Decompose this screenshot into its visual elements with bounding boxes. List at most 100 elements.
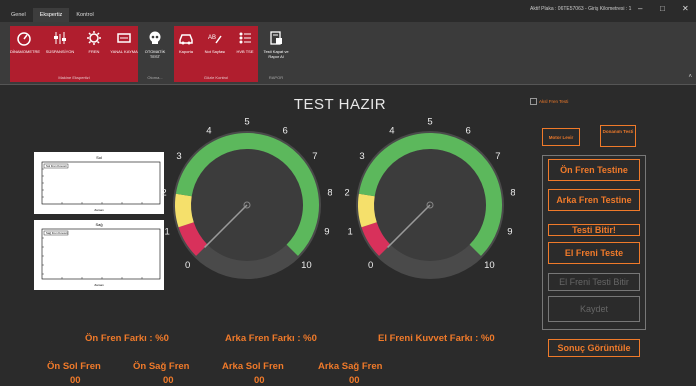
plot-legend: Sağ Fren Kuvveti (46, 231, 68, 235)
gauge-tick-label: 5 (427, 117, 432, 128)
not-sayfasi-label: Not Sayfası (204, 49, 226, 54)
checklist-icon (239, 32, 251, 44)
group-otomatik: OTOMATİK TEST Otoma... (140, 26, 170, 82)
fren-label: FREN (88, 49, 100, 54)
testi-kapat-rapor-button[interactable]: Testi Kapat ve Rapor Al (260, 30, 292, 59)
page-title: TEST HAZIR (293, 96, 387, 113)
monitor-icon (117, 33, 131, 43)
rear-brake-gauge: 0 1 2 3 4 5 6 7 8 9 10 (345, 117, 515, 279)
on-fren-testine-button[interactable]: Ön Fren Testine (548, 159, 640, 181)
gauge-tick-label: 9 (324, 226, 329, 237)
on-sol-fren-value: 00 (70, 375, 81, 386)
testi-bitir-button[interactable]: Testi Bitir! (548, 224, 640, 236)
gauge-tick-label: 3 (359, 151, 364, 162)
ribbon-collapse-button[interactable]: ˄ (688, 74, 692, 80)
plot-title: Sağ (95, 222, 102, 227)
sol-brake-plot: Sol Sol Fren Kuvveti Zaman (34, 152, 164, 214)
tab-ekspertiz[interactable]: Ekspertiz (32, 8, 70, 22)
kaporta-label: Kaporta (178, 49, 193, 54)
skull-icon (149, 31, 161, 44)
group-rapor: Testi Kapat ve Rapor Al RAPOR (260, 26, 292, 82)
arka-fren-testine-button[interactable]: Arka Fren Testine (548, 189, 640, 211)
sonuc-goruntule-button[interactable]: Sonuç Görüntüle (548, 339, 640, 357)
group-title-gozle-kontrol: Gözle Kontrol (203, 75, 229, 80)
tab-kontrol[interactable]: Kontrol (69, 8, 100, 22)
yanal-kayma-button[interactable]: YANAL KAYMA (110, 30, 138, 54)
motor-levir-button[interactable]: Motor Levir (542, 128, 580, 146)
hvb-tse-label: HVB TSE (236, 49, 254, 54)
gauge-tick-label: 6 (465, 126, 470, 137)
minimize-button[interactable]: – (638, 4, 642, 13)
el-fren-testi-label: Aksl Fren Testi (539, 99, 569, 104)
gauge-tick-label: 1 (164, 226, 169, 237)
gauge-tick-label: 8 (510, 187, 515, 198)
fren-button[interactable]: FREN (82, 30, 106, 54)
el-fren-testi-checkbox[interactable]: Aksl Fren Testi (530, 98, 568, 105)
front-brake-gauge: 0 1 2 3 4 5 6 7 8 9 10 (162, 117, 332, 279)
otomatik-test-label: OTOMATİK TEST (144, 49, 166, 59)
svg-text:AB: AB (208, 35, 216, 41)
suspension-icon (54, 32, 66, 44)
dinamometre-button[interactable]: DİNAMOMETRE (10, 30, 40, 54)
sag-brake-plot: Sağ Sağ Fren Kuvveti Zaman (34, 220, 164, 290)
gauge-tick-label: 7 (495, 151, 500, 162)
gauge-tick-label: 0 (185, 260, 190, 271)
gauge-tick-label: 10 (484, 260, 495, 271)
el-freni-kuvvet-farki: El Freni Kuvvet Farkı : %0 (378, 333, 495, 344)
gauge-tick-label: 3 (176, 151, 181, 162)
on-fren-farki: Ön Fren Farkı : %0 (85, 333, 169, 344)
yanal-kayma-label: YANAL KAYMA (110, 49, 138, 54)
gauge-tick-label: 4 (206, 126, 211, 137)
close-button[interactable]: ✕ (682, 4, 689, 13)
group-title-makine-ekspertizi: Makine Ekspertizi (58, 75, 90, 80)
kaydet-button[interactable]: Kaydet (548, 296, 640, 322)
report-icon (270, 31, 282, 45)
arka-sag-fren-value: 00 (349, 375, 360, 386)
gauge-tick-label: 5 (244, 117, 249, 128)
suspansiyon-button[interactable]: SÜSPANSİYON (40, 30, 80, 54)
tab-genel[interactable]: Genel (4, 8, 33, 22)
gauge-tick-label: 6 (282, 126, 287, 137)
el-freni-testi-bitir-button[interactable]: El Freni Testi Bitir (548, 273, 640, 291)
gauge-tick-label: 1 (347, 226, 352, 237)
on-sag-fren-value: 00 (163, 375, 174, 386)
not-sayfasi-button[interactable]: AB Not Sayfası (200, 30, 230, 54)
gauge-tick-label: 7 (312, 151, 317, 162)
ribbon: DİNAMOMETRE SÜSPANSİYON FREN YANAL KAYMA… (0, 22, 696, 85)
checkbox-box[interactable] (530, 98, 537, 105)
on-sol-fren-label: Ön Sol Fren (47, 361, 101, 372)
gauge-tick-label: 9 (507, 226, 512, 237)
group-makine-ekspertizi: DİNAMOMETRE SÜSPANSİYON FREN YANAL KAYMA… (10, 26, 138, 82)
hvb-tse-button[interactable]: HVB TSE (232, 30, 258, 54)
el-freni-teste-button[interactable]: El Freni Teste (548, 242, 640, 264)
suspansiyon-label: SÜSPANSİYON (45, 49, 75, 54)
arka-fren-farki: Arka Fren Farkı : %0 (225, 333, 317, 344)
donanim-testi-button[interactable]: Donanım Testi (600, 125, 636, 147)
gauge-tick-label: 8 (327, 187, 332, 198)
plot-title: Sol (96, 155, 102, 160)
active-plate-status: Aktif Plaka : 06TE57063 - Giriş Kilometr… (530, 6, 632, 12)
maximize-button[interactable]: □ (660, 4, 665, 13)
gauge-zone-yellow (358, 193, 377, 228)
group-title-otomatik: Otoma... (147, 75, 163, 80)
kaporta-button[interactable]: Kaporta (174, 30, 198, 54)
gauge-tick-label: 10 (301, 260, 312, 271)
gear-icon (87, 31, 101, 45)
on-sag-fren-label: Ön Sağ Fren (133, 361, 190, 372)
gauge-zone-yellow (175, 193, 194, 228)
group-title-rapor: RAPOR (268, 75, 284, 80)
plot-xlabel: Zaman (94, 208, 104, 212)
plot-xlabel: Zaman (94, 283, 104, 287)
gauge-tick-label: 2 (345, 187, 350, 198)
arka-sol-fren-value: 00 (254, 375, 265, 386)
dinamometre-label: DİNAMOMETRE (10, 49, 40, 54)
car-icon (179, 34, 193, 45)
ribbon-tabs: Genel Ekspertiz Kontrol (4, 8, 101, 22)
gauge-tick-label: 2 (162, 187, 167, 198)
otomatik-test-button[interactable]: OTOMATİK TEST (140, 30, 170, 59)
arka-sol-fren-label: Arka Sol Fren (222, 361, 284, 372)
edit-text-icon: AB (208, 35, 222, 44)
testi-kapat-rapor-label: Testi Kapat ve Rapor Al (263, 49, 289, 59)
gauge-tick-label: 4 (389, 126, 394, 137)
plot-legend: Sol Fren Kuvveti (46, 164, 67, 168)
